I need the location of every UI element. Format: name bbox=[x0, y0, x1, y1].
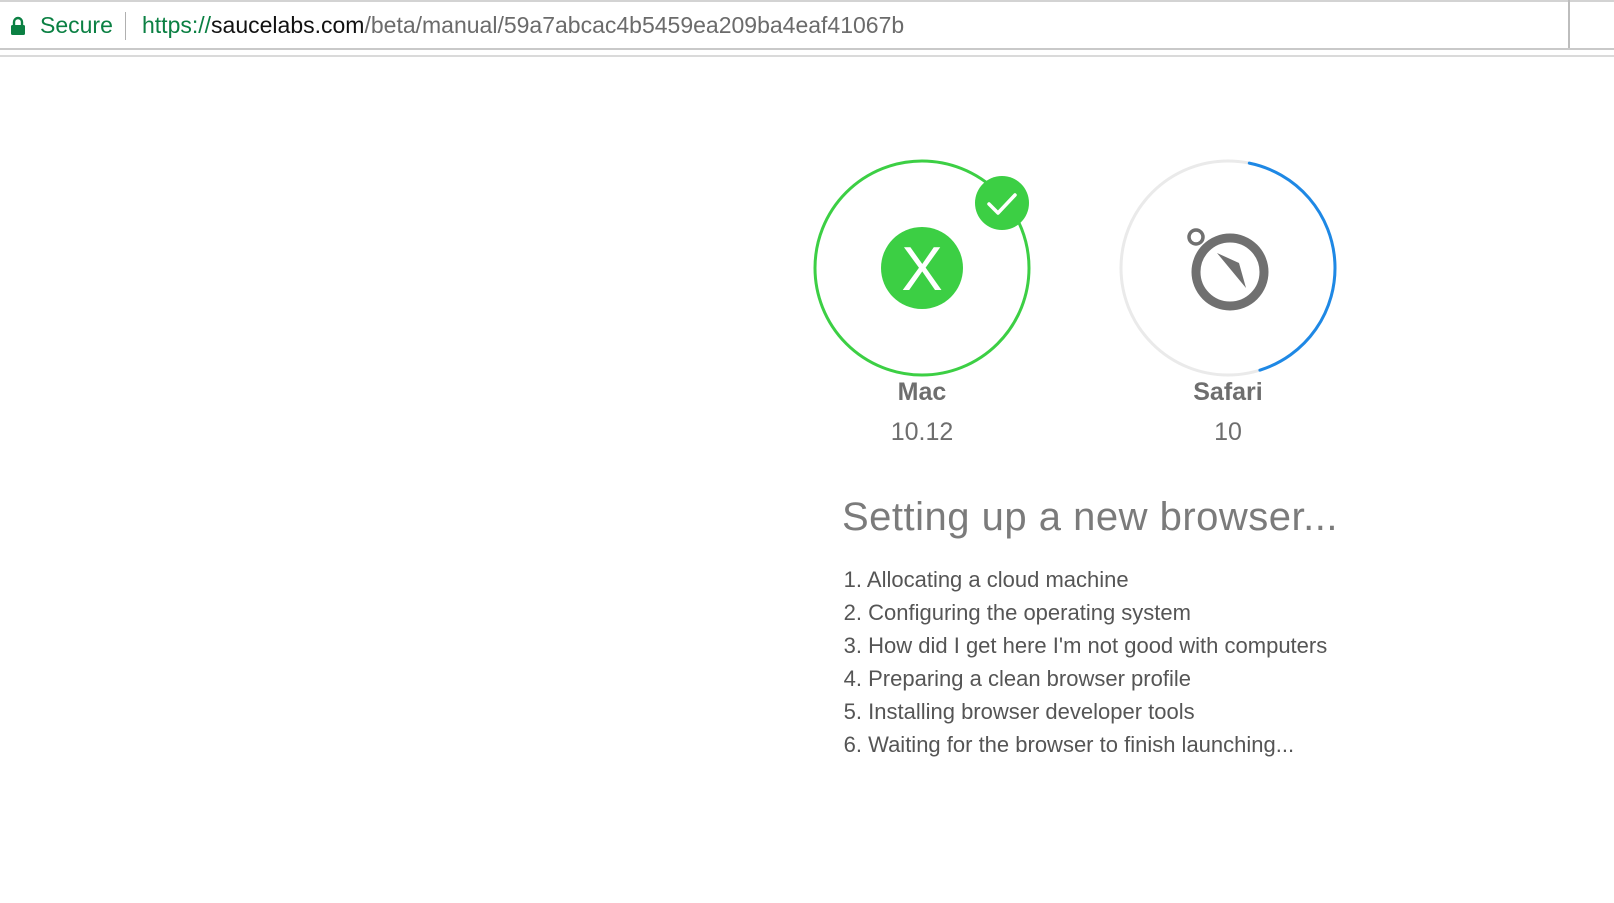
setup-step: 6. Waiting for the browser to finish lau… bbox=[834, 728, 1327, 761]
platform-version: 10.12 bbox=[890, 418, 954, 446]
browser-version: 10 bbox=[1214, 418, 1242, 446]
step-text: Configuring the operating system bbox=[868, 600, 1191, 625]
step-number: 1. bbox=[843, 567, 862, 592]
platform-ring: X bbox=[813, 159, 1031, 377]
setup-steps-list: 1. Allocating a cloud machine 2. Configu… bbox=[834, 563, 1328, 761]
setup-step: 3. How did I get here I'm not good with … bbox=[834, 629, 1328, 662]
checkmark-icon bbox=[975, 176, 1029, 230]
setup-step: 1. Allocating a cloud machine bbox=[834, 563, 1327, 596]
address-bar[interactable]: Secure https://saucelabs.com/beta/manual… bbox=[0, 0, 1614, 48]
browser-status: Safari 10 bbox=[1108, 150, 1348, 460]
url-scheme: https:// bbox=[142, 12, 212, 38]
step-number: 3. bbox=[843, 633, 862, 658]
step-text: How did I get here I'm not good with com… bbox=[868, 633, 1328, 658]
step-number: 4. bbox=[843, 666, 862, 691]
url-text[interactable]: https://saucelabs.com/beta/manual/59a7ab… bbox=[142, 12, 904, 39]
step-text: Installing browser developer tools bbox=[868, 699, 1195, 724]
browser-name: Safari bbox=[1193, 378, 1263, 406]
separator bbox=[125, 12, 126, 40]
step-text: Waiting for the browser to finish launch… bbox=[868, 732, 1295, 757]
lock-icon bbox=[11, 16, 25, 35]
setup-step: 5. Installing browser developer tools bbox=[834, 695, 1327, 728]
divider bbox=[0, 55, 1614, 57]
window-edge bbox=[1568, 0, 1570, 48]
svg-text:X: X bbox=[901, 235, 942, 304]
safari-compass-icon bbox=[1187, 228, 1269, 311]
url-path: /beta/manual/59a7abcac4b5459ea209ba4eaf4… bbox=[364, 12, 905, 38]
setup-step: 2. Configuring the operating system bbox=[834, 596, 1327, 629]
step-number: 5. bbox=[843, 699, 862, 724]
browser-ring bbox=[1119, 159, 1337, 377]
mac-os-x-icon: X bbox=[881, 227, 963, 309]
step-number: 6. bbox=[843, 732, 862, 757]
step-text: Allocating a cloud machine bbox=[866, 567, 1129, 592]
step-number: 2. bbox=[843, 600, 862, 625]
divider bbox=[0, 48, 1614, 50]
url-host: saucelabs.com bbox=[211, 12, 365, 38]
secure-label[interactable]: Secure bbox=[40, 12, 113, 39]
step-text: Preparing a clean browser profile bbox=[868, 666, 1191, 691]
setup-headline: Setting up a new browser... bbox=[842, 495, 1338, 539]
platform-name: Mac bbox=[897, 378, 947, 406]
setup-step: 4. Preparing a clean browser profile bbox=[834, 662, 1327, 695]
platform-status: X Mac 10.12 bbox=[802, 150, 1042, 460]
